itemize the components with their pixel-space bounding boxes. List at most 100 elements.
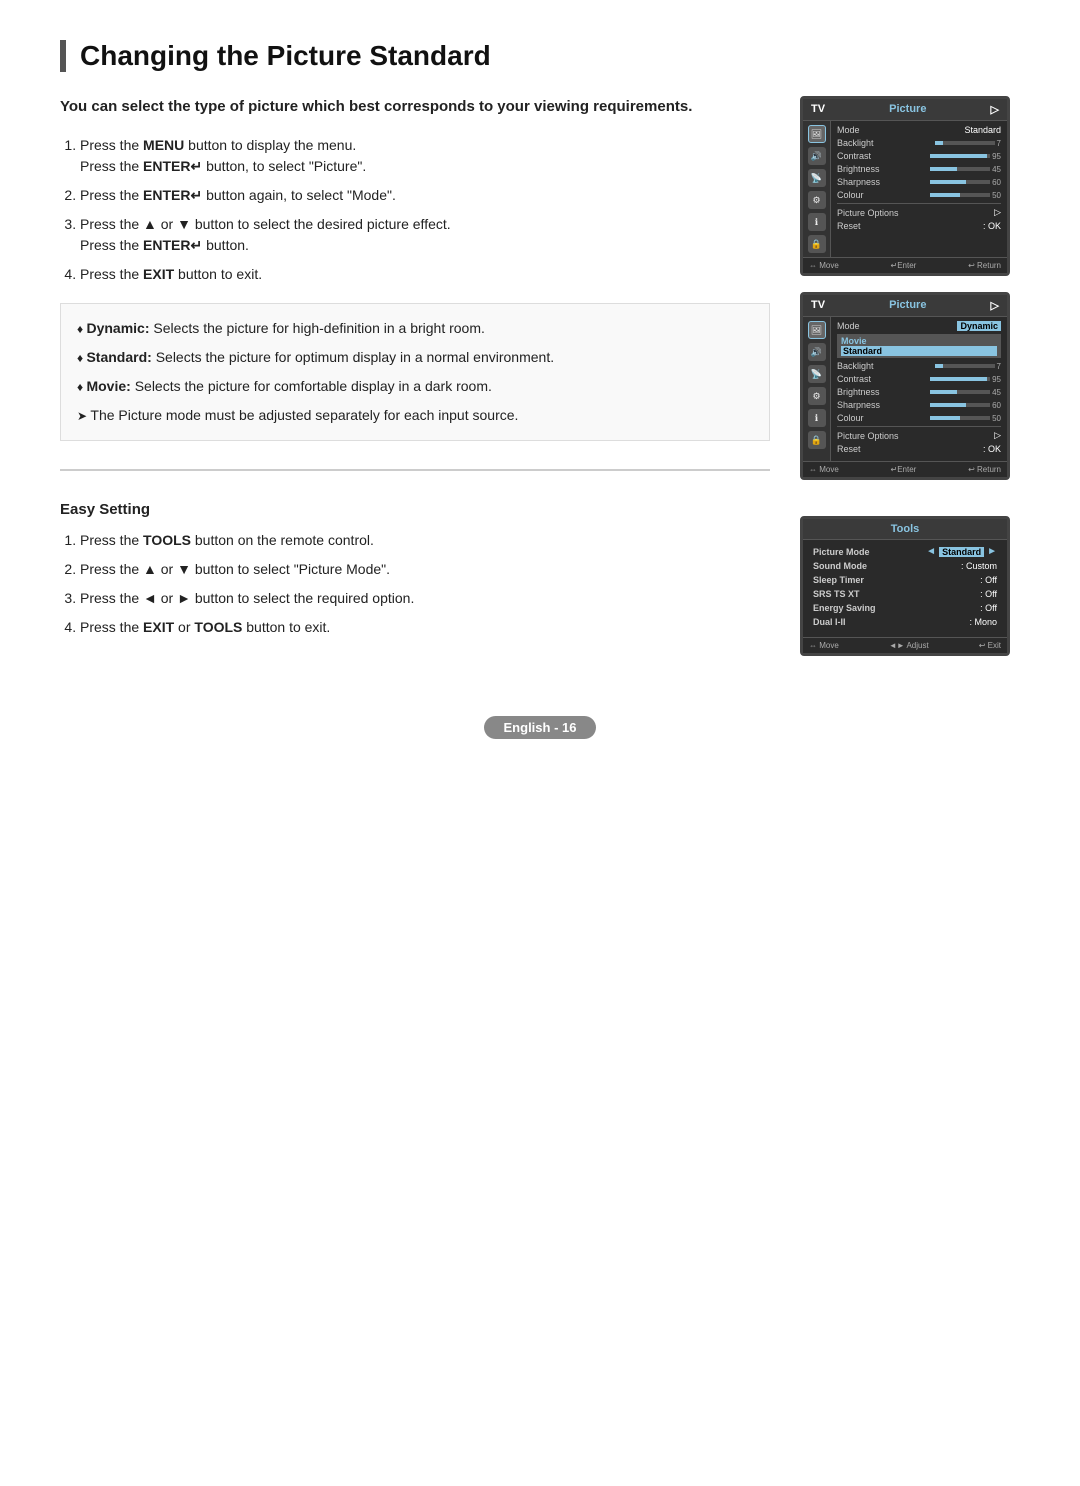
tv2-sharpness-num: 60: [992, 401, 1001, 410]
tools-picture-mode-selected: Standard: [939, 547, 984, 557]
tv-screen-2: TV Picture ▷ 🖼 🔊 📡 ⚙ ℹ 🔒 Mode Dyn: [800, 292, 1010, 480]
right-column: TV Picture ▷ 🖼 🔊 📡 ⚙ ℹ 🔒 Mode Standard: [800, 96, 1020, 656]
tv-icon-4: ⚙: [808, 191, 826, 209]
tv2-row-colour: Colour 50: [837, 413, 1001, 423]
bullet-dynamic: Dynamic: Selects the picture for high-de…: [77, 318, 753, 339]
tv-screen-2-tv-label: TV: [811, 299, 825, 312]
step-1: Press the MENU button to display the men…: [80, 135, 770, 177]
tv-footer-move: ⇔ Move: [809, 261, 839, 270]
tv2-icon-6: 🔒: [808, 431, 826, 449]
tools-dual-label: Dual I-II: [813, 617, 846, 627]
step-3: Press the ▲ or ▼ button to select the de…: [80, 214, 770, 256]
tv-picture-options-arrow: ▷: [994, 207, 1001, 218]
intro-text: You can select the type of picture which…: [60, 96, 770, 119]
tv2-mode-label: Mode: [837, 321, 860, 331]
tools-sleep-timer-label: Sleep Timer: [813, 575, 864, 585]
tv2-picture-options-label: Picture Options: [837, 431, 899, 441]
tv-screen-2-header: TV Picture ▷: [803, 295, 1007, 317]
tools-row-srs: SRS TS XT : Off: [813, 589, 997, 599]
tv-brightness-label: Brightness: [837, 164, 880, 174]
tools-screen: Tools Picture Mode ◄ Standard ► Sound Mo…: [800, 516, 1010, 656]
easy-step-4-bold1: EXIT: [143, 619, 174, 635]
tv2-row-backlight: Backlight 7: [837, 361, 1001, 371]
easy-step-1-bold: TOOLS: [143, 532, 191, 548]
tv-sharpness-slider: 60: [930, 178, 1001, 187]
tv-colour-num: 50: [992, 191, 1001, 200]
tv2-backlight-label: Backlight: [837, 361, 874, 371]
tv-picture-options-label: Picture Options: [837, 208, 899, 218]
note-text: The Picture mode must be adjusted separa…: [77, 405, 753, 426]
tv-backlight-label: Backlight: [837, 138, 874, 148]
tools-srs-label: SRS TS XT: [813, 589, 860, 599]
tv2-brightness-slider: 45: [930, 388, 1001, 397]
tv2-sharpness-slider: 60: [930, 401, 1001, 410]
content-area: You can select the type of picture which…: [60, 96, 1020, 656]
tv-screen-2-sidebar: 🖼 🔊 📡 ⚙ ℹ 🔒: [803, 317, 831, 461]
tv2-footer-move: ⇔ Move: [809, 465, 839, 474]
tv-reset-label: Reset: [837, 221, 861, 231]
tv2-icon-5: ℹ: [808, 409, 826, 427]
tools-row-dual: Dual I-II : Mono: [813, 617, 997, 627]
tools-energy-saving-label: Energy Saving: [813, 603, 876, 613]
tv-icon-3: 📡: [808, 169, 826, 187]
tv-screen-2-title: Picture: [889, 299, 926, 312]
tv-screen-2-arrow: ▷: [991, 299, 999, 312]
tools-footer-adjust: ◄► Adjust: [889, 641, 929, 650]
easy-step-4-bold2: TOOLS: [194, 619, 242, 635]
tools-footer: ⇔ Move ◄► Adjust ↩ Exit: [803, 637, 1007, 653]
easy-setting-title: Easy Setting: [60, 501, 770, 518]
bullet-standard-label: Standard:: [86, 349, 151, 365]
tv-screen-1-title: Picture: [889, 103, 926, 116]
tv-screen-1: TV Picture ▷ 🖼 🔊 📡 ⚙ ℹ 🔒 Mode Standard: [800, 96, 1010, 276]
tv2-backlight-num: 7: [997, 362, 1001, 371]
tv2-footer-return: ↩ Return: [968, 465, 1001, 474]
step-1-bold2: ENTER↵: [143, 158, 202, 174]
tv-screen-2-body: 🖼 🔊 📡 ⚙ ℹ 🔒 Mode Dynamic Movie: [803, 317, 1007, 461]
tv-footer-enter: ↵Enter: [891, 261, 917, 270]
easy-step-1: Press the TOOLS button on the remote con…: [80, 530, 770, 551]
tv-mode-value: Standard: [964, 125, 1001, 135]
tools-srs-value: : Off: [980, 589, 997, 599]
tools-sleep-timer-value: : Off: [980, 575, 997, 585]
tv2-sharpness-label: Sharpness: [837, 400, 880, 410]
tv2-brightness-num: 45: [992, 388, 1001, 397]
step-1-bold1: MENU: [143, 137, 184, 153]
tv2-picture-options-arrow: ▷: [994, 430, 1001, 441]
tv-footer-return: ↩ Return: [968, 261, 1001, 270]
tv2-reset-value: : OK: [983, 444, 1001, 454]
tv2-row-picture-options: Picture Options ▷: [837, 430, 1001, 441]
page-number-badge: English - 16: [484, 716, 597, 739]
tv-screen-1-header: TV Picture ▷: [803, 99, 1007, 121]
tv2-brightness-label: Brightness: [837, 387, 880, 397]
tv-contrast-slider: 95: [930, 152, 1001, 161]
tv2-icon-3: 📡: [808, 365, 826, 383]
tools-left-arrow: ◄: [926, 546, 936, 557]
tv-icon-6: 🔒: [808, 235, 826, 253]
tv-icon-2: 🔊: [808, 147, 826, 165]
tv-icon-1: 🖼: [808, 125, 826, 143]
bullet-section: Dynamic: Selects the picture for high-de…: [60, 303, 770, 441]
tv-backlight-num: 7: [997, 139, 1001, 148]
tools-picture-mode-label: Picture Mode: [813, 547, 870, 557]
tv2-row-contrast: Contrast 95: [837, 374, 1001, 384]
tv2-contrast-slider: 95: [930, 375, 1001, 384]
tv-brightness-slider: 45: [930, 165, 1001, 174]
main-steps: Press the MENU button to display the men…: [60, 135, 770, 285]
tools-sound-mode-value: : Custom: [961, 561, 997, 571]
tv-screen-1-sidebar: 🖼 🔊 📡 ⚙ ℹ 🔒: [803, 121, 831, 257]
tv2-colour-num: 50: [992, 414, 1001, 423]
tools-header: Tools: [803, 519, 1007, 540]
tv-row-picture-options: Picture Options ▷: [837, 207, 1001, 218]
step-4: Press the EXIT button to exit.: [80, 264, 770, 285]
bullet-movie-label: Movie:: [86, 378, 130, 394]
tv-mode-label: Mode: [837, 125, 860, 135]
bullet-standard: Standard: Selects the picture for optimu…: [77, 347, 753, 368]
tv-screen-1-body: 🖼 🔊 📡 ⚙ ℹ 🔒 Mode Standard Backlight: [803, 121, 1007, 257]
tv-row-colour: Colour 50: [837, 190, 1001, 200]
easy-step-2: Press the ▲ or ▼ button to select "Pictu…: [80, 559, 770, 580]
tv2-reset-label: Reset: [837, 444, 861, 454]
tv2-icon-4: ⚙: [808, 387, 826, 405]
tools-picture-mode-value: ◄ Standard ►: [926, 546, 997, 557]
easy-step-3: Press the ◄ or ► button to select the re…: [80, 588, 770, 609]
tools-energy-saving-value: : Off: [980, 603, 997, 613]
